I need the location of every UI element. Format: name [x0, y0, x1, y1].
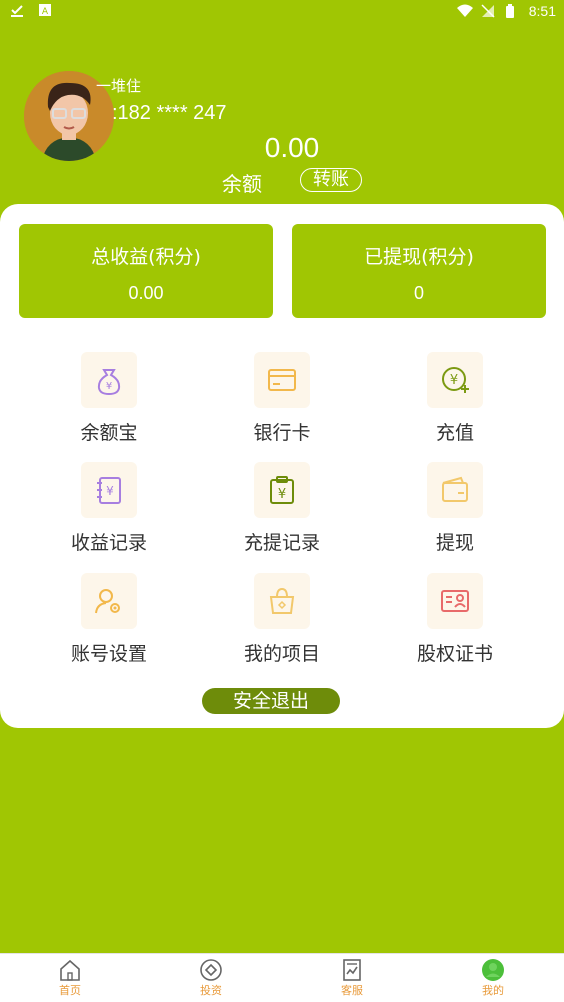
withdrawn-title: 已提现(积分): [364, 246, 474, 268]
menu-label: 账号设置: [70, 643, 147, 665]
tab-label: 投资: [200, 984, 222, 997]
withdrawn-card: 已提现(积分) 0: [292, 224, 546, 318]
bottom-tab-bar: 首页 投资 客服 我的: [0, 953, 564, 1002]
recharge-record-icon: ¥: [254, 462, 310, 518]
battery-icon: [505, 4, 519, 18]
tab-label: 首页: [59, 984, 81, 997]
transfer-button[interactable]: 转账: [300, 168, 362, 192]
clock: 8:51: [528, 3, 556, 19]
menu-label: 我的项目: [243, 643, 320, 665]
tab-service[interactable]: 客服: [312, 958, 392, 998]
profile-icon: [481, 958, 505, 982]
tab-invest[interactable]: 投资: [171, 958, 251, 998]
wallet-icon: [427, 462, 483, 518]
svg-text:¥: ¥: [450, 373, 458, 388]
menu-label: 充提记录: [243, 532, 320, 554]
menu-item-account-settings[interactable]: 账号设置: [29, 573, 189, 666]
nickname: 一堆住: [96, 77, 142, 95]
invest-icon: [199, 958, 223, 982]
balance-amount: 0.00: [264, 132, 320, 163]
download-done-icon: [10, 3, 24, 17]
logout-button[interactable]: 安全退出: [202, 688, 340, 714]
phone-number: :182 **** 247: [112, 102, 227, 124]
tab-label: 我的: [482, 984, 504, 997]
menu-label: 银行卡: [253, 422, 311, 444]
profile-header: 一堆住 :182 **** 247 0.00 余额 转账: [0, 60, 564, 200]
menu-item-bank-card[interactable]: 银行卡: [202, 352, 362, 445]
tab-mine[interactable]: 我的: [453, 958, 533, 998]
certificate-icon: [427, 573, 483, 629]
menu-label: 充值: [435, 422, 474, 444]
menu-item-recharge[interactable]: ¥ 充值: [375, 352, 535, 445]
service-icon: [340, 958, 364, 982]
bank-card-icon: [254, 352, 310, 408]
menu-label: 余额宝: [80, 422, 138, 444]
menu-item-income-record[interactable]: ¥ 收益记录: [29, 462, 189, 555]
svg-text:A: A: [42, 7, 49, 17]
balance-label: 余额: [222, 172, 262, 196]
home-icon: [58, 958, 82, 982]
money-bag-icon: ¥: [81, 352, 137, 408]
total-earnings-card: 总收益(积分) 0.00: [19, 224, 273, 318]
total-earnings-title: 总收益(积分): [91, 246, 201, 268]
app-notification-icon: A: [38, 3, 52, 17]
tab-label: 客服: [341, 984, 363, 997]
menu-item-recharge-record[interactable]: ¥ 充提记录: [202, 462, 362, 555]
menu-item-yuebao[interactable]: ¥ 余额宝: [29, 352, 189, 445]
svg-text:¥: ¥: [106, 381, 112, 392]
menu-label: 提现: [435, 532, 474, 554]
no-signal-icon: [481, 4, 495, 18]
wifi-icon: [456, 4, 473, 18]
svg-text:¥: ¥: [278, 487, 286, 502]
svg-text:¥: ¥: [106, 484, 114, 498]
account-settings-icon: [81, 573, 137, 629]
tab-home[interactable]: 首页: [30, 958, 110, 998]
total-earnings-value: 0.00: [128, 283, 164, 303]
shopping-bag-icon: [254, 573, 310, 629]
withdrawn-value: 0: [413, 283, 424, 303]
menu-label: 收益记录: [70, 532, 147, 554]
menu-label: 股权证书: [416, 643, 493, 665]
status-bar: A 8:51: [0, 0, 564, 24]
main-card: 总收益(积分) 0.00 已提现(积分) 0 ¥ 余额宝 银行卡 ¥ 充值 ¥ …: [0, 204, 564, 728]
menu-item-withdraw[interactable]: 提现: [375, 462, 535, 555]
menu-item-equity-certificate[interactable]: 股权证书: [375, 573, 535, 666]
menu-item-my-projects[interactable]: 我的项目: [202, 573, 362, 666]
income-record-icon: ¥: [81, 462, 137, 518]
recharge-icon: ¥: [427, 352, 483, 408]
